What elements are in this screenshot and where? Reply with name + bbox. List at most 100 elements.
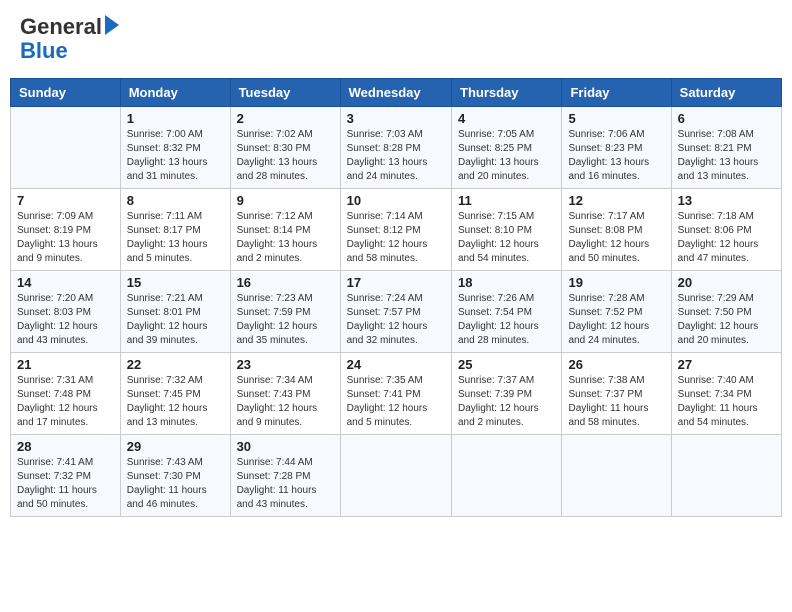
day-number: 14 [17,275,114,290]
day-number: 24 [347,357,445,372]
day-number: 27 [678,357,775,372]
calendar-week-row: 1 Sunrise: 7:00 AM Sunset: 8:32 PM Daylig… [11,107,782,189]
calendar-cell: 17 Sunrise: 7:24 AM Sunset: 7:57 PM Dayli… [340,271,451,353]
day-info: Sunrise: 7:29 AM Sunset: 7:50 PM Dayligh… [678,292,775,348]
calendar-cell: 30 Sunrise: 7:44 AM Sunset: 7:28 PM Dayli… [230,435,340,517]
day-info: Sunrise: 7:11 AM Sunset: 8:17 PM Dayligh… [127,210,224,266]
day-number: 30 [237,439,334,454]
day-number: 16 [237,275,334,290]
day-info: Sunrise: 7:06 AM Sunset: 8:23 PM Dayligh… [568,128,664,184]
day-info: Sunrise: 7:31 AM Sunset: 7:48 PM Dayligh… [17,374,114,430]
calendar-cell: 15Sunrise: 7:21 AM Sunset: 8:01 PM Dayli… [120,271,230,353]
day-number: 11 [458,193,555,208]
day-info: Sunrise: 7:14 AM Sunset: 8:12 PM Dayligh… [347,210,445,266]
day-number: 12 [568,193,664,208]
day-info: Sunrise: 7:32 AM Sunset: 7:45 PM Dayligh… [127,374,224,430]
calendar-cell: 5 Sunrise: 7:06 AM Sunset: 8:23 PM Daylig… [562,107,671,189]
day-info: Sunrise: 7:00 AM Sunset: 8:32 PM Dayligh… [127,128,224,184]
day-number: 10 [347,193,445,208]
day-number: 25 [458,357,555,372]
day-number: 18 [458,275,555,290]
day-info: Sunrise: 7:24 AM Sunset: 7:57 PM Dayligh… [347,292,445,348]
calendar-cell [562,435,671,517]
calendar-cell [11,107,121,189]
day-number: 8 [127,193,224,208]
logo: General Blue [20,15,119,63]
day-info: Sunrise: 7:09 AM Sunset: 8:19 PM Dayligh… [17,210,114,266]
weekday-header-thursday: Thursday [452,79,562,107]
day-info: Sunrise: 7:26 AM Sunset: 7:54 PM Dayligh… [458,292,555,348]
day-info: Sunrise: 7:18 AM Sunset: 8:06 PM Dayligh… [678,210,775,266]
day-info: Sunrise: 7:35 AM Sunset: 7:41 PM Dayligh… [347,374,445,430]
calendar-cell: 19Sunrise: 7:28 AM Sunset: 7:52 PM Dayli… [562,271,671,353]
day-info: Sunrise: 7:08 AM Sunset: 8:21 PM Dayligh… [678,128,775,184]
day-number: 1 [127,111,224,126]
day-info: Sunrise: 7:21 AM Sunset: 8:01 PM Dayligh… [127,292,224,348]
day-number: 26 [568,357,664,372]
day-info: Sunrise: 7:03 AM Sunset: 8:28 PM Dayligh… [347,128,445,184]
logo-arrow-icon [105,15,119,35]
day-number: 5 [568,111,664,126]
day-number: 23 [237,357,334,372]
calendar-cell: 25 Sunrise: 7:37 AM Sunset: 7:39 PM Dayli… [452,353,562,435]
weekday-header-monday: Monday [120,79,230,107]
calendar-cell: 26 Sunrise: 7:38 AM Sunset: 7:37 PM Dayli… [562,353,671,435]
day-number: 22 [127,357,224,372]
day-number: 28 [17,439,114,454]
logo-blue: Blue [20,39,68,63]
day-number: 13 [678,193,775,208]
calendar-cell: 22 Sunrise: 7:32 AM Sunset: 7:45 PM Dayli… [120,353,230,435]
day-info: Sunrise: 7:41 AM Sunset: 7:32 PM Dayligh… [17,456,114,512]
calendar-cell: 23 Sunrise: 7:34 AM Sunset: 7:43 PM Dayli… [230,353,340,435]
day-number: 9 [237,193,334,208]
calendar-cell: 3 Sunrise: 7:03 AM Sunset: 8:28 PM Daylig… [340,107,451,189]
calendar-cell: 4Sunrise: 7:05 AM Sunset: 8:25 PM Daylig… [452,107,562,189]
calendar-cell [452,435,562,517]
day-info: Sunrise: 7:17 AM Sunset: 8:08 PM Dayligh… [568,210,664,266]
calendar-cell: 14 Sunrise: 7:20 AM Sunset: 8:03 PM Dayli… [11,271,121,353]
calendar-week-row: 21Sunrise: 7:31 AM Sunset: 7:48 PM Dayli… [11,353,782,435]
calendar-cell: 9 Sunrise: 7:12 AM Sunset: 8:14 PM Daylig… [230,189,340,271]
calendar-cell [671,435,781,517]
calendar-cell: 28 Sunrise: 7:41 AM Sunset: 7:32 PM Dayli… [11,435,121,517]
day-info: Sunrise: 7:38 AM Sunset: 7:37 PM Dayligh… [568,374,664,430]
calendar-cell [340,435,451,517]
calendar-week-row: 14 Sunrise: 7:20 AM Sunset: 8:03 PM Dayli… [11,271,782,353]
day-number: 6 [678,111,775,126]
day-info: Sunrise: 7:34 AM Sunset: 7:43 PM Dayligh… [237,374,334,430]
day-number: 17 [347,275,445,290]
calendar-cell: 10 Sunrise: 7:14 AM Sunset: 8:12 PM Dayli… [340,189,451,271]
calendar-cell: 11Sunrise: 7:15 AM Sunset: 8:10 PM Dayli… [452,189,562,271]
calendar-cell: 13 Sunrise: 7:18 AM Sunset: 8:06 PM Dayli… [671,189,781,271]
calendar-week-row: 7 Sunrise: 7:09 AM Sunset: 8:19 PM Daylig… [11,189,782,271]
day-number: 3 [347,111,445,126]
day-number: 19 [568,275,664,290]
calendar-cell: 21Sunrise: 7:31 AM Sunset: 7:48 PM Dayli… [11,353,121,435]
day-info: Sunrise: 7:40 AM Sunset: 7:34 PM Dayligh… [678,374,775,430]
weekday-header-tuesday: Tuesday [230,79,340,107]
calendar-cell: 6 Sunrise: 7:08 AM Sunset: 8:21 PM Daylig… [671,107,781,189]
day-info: Sunrise: 7:12 AM Sunset: 8:14 PM Dayligh… [237,210,334,266]
weekday-header-sunday: Sunday [11,79,121,107]
day-info: Sunrise: 7:02 AM Sunset: 8:30 PM Dayligh… [237,128,334,184]
calendar-header-row: SundayMondayTuesdayWednesdayThursdayFrid… [11,79,782,107]
calendar-cell: 16 Sunrise: 7:23 AM Sunset: 7:59 PM Dayli… [230,271,340,353]
day-number: 2 [237,111,334,126]
day-info: Sunrise: 7:37 AM Sunset: 7:39 PM Dayligh… [458,374,555,430]
day-info: Sunrise: 7:44 AM Sunset: 7:28 PM Dayligh… [237,456,334,512]
day-number: 7 [17,193,114,208]
calendar-cell: 20Sunrise: 7:29 AM Sunset: 7:50 PM Dayli… [671,271,781,353]
calendar-cell: 7 Sunrise: 7:09 AM Sunset: 8:19 PM Daylig… [11,189,121,271]
day-info: Sunrise: 7:23 AM Sunset: 7:59 PM Dayligh… [237,292,334,348]
day-number: 4 [458,111,555,126]
calendar-cell: 1 Sunrise: 7:00 AM Sunset: 8:32 PM Daylig… [120,107,230,189]
calendar-cell: 8 Sunrise: 7:11 AM Sunset: 8:17 PM Daylig… [120,189,230,271]
calendar-week-row: 28 Sunrise: 7:41 AM Sunset: 7:32 PM Dayli… [11,435,782,517]
weekday-header-friday: Friday [562,79,671,107]
calendar-cell: 27 Sunrise: 7:40 AM Sunset: 7:34 PM Dayli… [671,353,781,435]
calendar-cell: 18 Sunrise: 7:26 AM Sunset: 7:54 PM Dayli… [452,271,562,353]
weekday-header-saturday: Saturday [671,79,781,107]
calendar-cell: 29Sunrise: 7:43 AM Sunset: 7:30 PM Dayli… [120,435,230,517]
day-number: 29 [127,439,224,454]
day-info: Sunrise: 7:20 AM Sunset: 8:03 PM Dayligh… [17,292,114,348]
